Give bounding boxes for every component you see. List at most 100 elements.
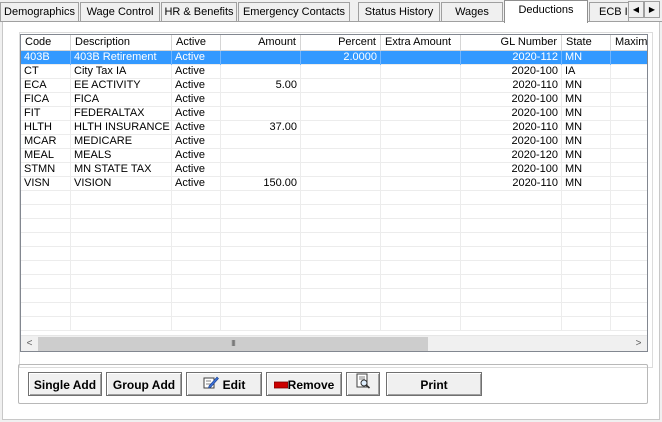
cell-code[interactable]: STMN xyxy=(21,163,71,177)
cell-gl-number[interactable] xyxy=(461,289,562,303)
single-add-button[interactable]: Single Add xyxy=(28,372,102,396)
tab-scroll-left-button[interactable]: ◀ xyxy=(628,1,644,18)
cell-active[interactable]: Active xyxy=(172,163,221,177)
cell-amount[interactable] xyxy=(221,233,301,247)
scroll-left-button[interactable]: < xyxy=(21,336,38,351)
cell-extra-amount[interactable] xyxy=(381,275,461,289)
cell-description[interactable]: VISION xyxy=(71,177,172,191)
header-description[interactable]: Description xyxy=(71,35,172,51)
cell-description[interactable] xyxy=(71,191,172,205)
cell-percent[interactable] xyxy=(301,65,381,79)
cell-extra-amount[interactable] xyxy=(381,65,461,79)
cell-extra-amount[interactable] xyxy=(381,177,461,191)
horizontal-scrollbar[interactable]: < III > xyxy=(21,335,647,351)
cell-extra-amount[interactable] xyxy=(381,261,461,275)
empty-table-row[interactable] xyxy=(21,191,647,205)
cell-description[interactable]: MEDICARE xyxy=(71,135,172,149)
cell-percent[interactable] xyxy=(301,233,381,247)
cell-code[interactable] xyxy=(21,205,71,219)
cell-maximum[interactable] xyxy=(611,275,647,289)
cell-amount[interactable] xyxy=(221,275,301,289)
cell-percent[interactable] xyxy=(301,317,381,331)
tab-demographics[interactable]: Demographics xyxy=(0,2,79,22)
cell-maximum[interactable] xyxy=(611,107,647,121)
cell-description[interactable] xyxy=(71,233,172,247)
table-row[interactable]: MEAL MEALS Active 2020-120 MN xyxy=(21,149,647,163)
cell-amount[interactable] xyxy=(221,51,301,65)
cell-description[interactable] xyxy=(71,289,172,303)
cell-code[interactable]: VISN xyxy=(21,177,71,191)
cell-active[interactable]: Active xyxy=(172,149,221,163)
cell-maximum[interactable] xyxy=(611,177,647,191)
cell-description[interactable]: City Tax IA xyxy=(71,65,172,79)
cell-state[interactable] xyxy=(562,289,611,303)
cell-maximum[interactable] xyxy=(611,149,647,163)
cell-state[interactable] xyxy=(562,219,611,233)
header-code[interactable]: Code xyxy=(21,35,71,51)
cell-code[interactable]: FICA xyxy=(21,93,71,107)
cell-state[interactable] xyxy=(562,191,611,205)
header-amount[interactable]: Amount xyxy=(221,35,301,51)
table-row[interactable]: FIT FEDERALTAX Active 2020-100 MN xyxy=(21,107,647,121)
cell-state[interactable] xyxy=(562,303,611,317)
cell-amount[interactable] xyxy=(221,191,301,205)
cell-extra-amount[interactable] xyxy=(381,233,461,247)
table-row[interactable]: ECA EE ACTIVITY Active 5.00 2020-110 MN xyxy=(21,79,647,93)
cell-maximum[interactable] xyxy=(611,261,647,275)
cell-code[interactable] xyxy=(21,275,71,289)
cell-active[interactable] xyxy=(172,317,221,331)
cell-maximum[interactable] xyxy=(611,233,647,247)
cell-maximum[interactable] xyxy=(611,289,647,303)
empty-table-row[interactable] xyxy=(21,317,647,331)
tab-status-history[interactable]: Status History xyxy=(358,2,440,22)
cell-description[interactable]: FEDERALTAX xyxy=(71,107,172,121)
cell-gl-number[interactable] xyxy=(461,303,562,317)
cell-percent[interactable] xyxy=(301,79,381,93)
header-gl-number[interactable]: GL Number xyxy=(461,35,562,51)
cell-gl-number[interactable]: 2020-112 xyxy=(461,51,562,65)
cell-amount[interactable] xyxy=(221,289,301,303)
cell-amount[interactable] xyxy=(221,65,301,79)
tab-deductions[interactable]: Deductions xyxy=(504,0,588,23)
cell-state[interactable]: MN xyxy=(562,177,611,191)
cell-percent[interactable] xyxy=(301,191,381,205)
cell-state[interactable]: IA xyxy=(562,65,611,79)
cell-maximum[interactable] xyxy=(611,121,647,135)
cell-extra-amount[interactable] xyxy=(381,93,461,107)
header-maximum[interactable]: Maxim xyxy=(611,35,647,51)
cell-amount[interactable]: 37.00 xyxy=(221,121,301,135)
table-row[interactable]: HLTH HLTH INSURANCE Active 37.00 2020-110 MN xyxy=(21,121,647,135)
empty-table-row[interactable] xyxy=(21,233,647,247)
cell-maximum[interactable] xyxy=(611,135,647,149)
cell-amount[interactable] xyxy=(221,135,301,149)
cell-percent[interactable] xyxy=(301,275,381,289)
cell-amount[interactable] xyxy=(221,247,301,261)
header-extra-amount[interactable]: Extra Amount xyxy=(381,35,461,51)
cell-extra-amount[interactable] xyxy=(381,247,461,261)
empty-table-row[interactable] xyxy=(21,219,647,233)
table-row[interactable]: 403B 403B Retirement Active 2.0000 2020-112 M… xyxy=(21,51,647,65)
cell-active[interactable]: Active xyxy=(172,107,221,121)
header-state[interactable]: State xyxy=(562,35,611,51)
cell-active[interactable] xyxy=(172,233,221,247)
group-add-button[interactable]: Group Add xyxy=(106,372,182,396)
cell-percent[interactable] xyxy=(301,261,381,275)
cell-description[interactable] xyxy=(71,219,172,233)
cell-state[interactable]: MN xyxy=(562,79,611,93)
cell-gl-number[interactable]: 2020-100 xyxy=(461,135,562,149)
header-percent[interactable]: Percent xyxy=(301,35,381,51)
cell-active[interactable] xyxy=(172,219,221,233)
cell-state[interactable]: MN xyxy=(562,51,611,65)
cell-state[interactable]: MN xyxy=(562,93,611,107)
cell-maximum[interactable] xyxy=(611,163,647,177)
cell-description[interactable] xyxy=(71,275,172,289)
cell-percent[interactable] xyxy=(301,219,381,233)
cell-code[interactable] xyxy=(21,317,71,331)
cell-code[interactable] xyxy=(21,247,71,261)
cell-extra-amount[interactable] xyxy=(381,205,461,219)
cell-amount[interactable] xyxy=(221,163,301,177)
remove-button[interactable]: Remove xyxy=(266,372,342,396)
cell-percent[interactable] xyxy=(301,149,381,163)
cell-active[interactable]: Active xyxy=(172,79,221,93)
cell-extra-amount[interactable] xyxy=(381,219,461,233)
